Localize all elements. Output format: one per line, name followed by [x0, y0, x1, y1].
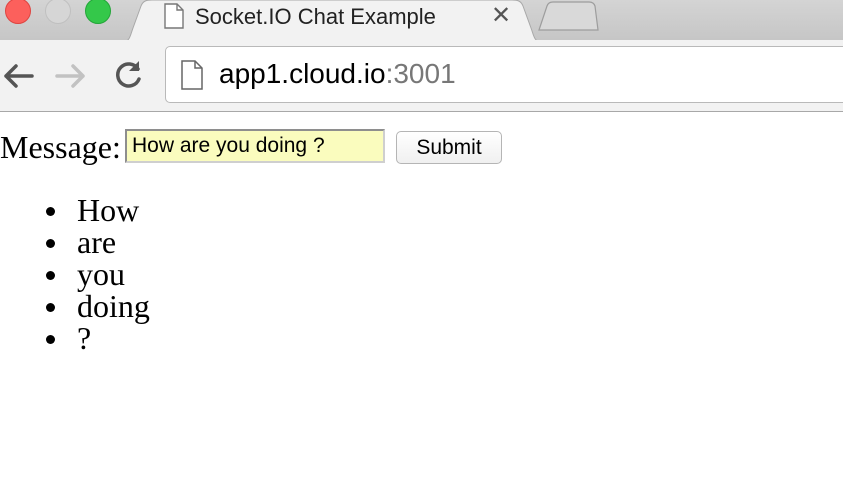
back-arrow-icon[interactable]: [0, 58, 36, 94]
forward-arrow-icon[interactable]: [53, 58, 89, 94]
reload-icon[interactable]: [110, 58, 146, 94]
close-icon[interactable]: ✕: [488, 2, 514, 30]
list-item: ?: [0, 322, 150, 354]
toolbar: app1.cloud.io:3001: [0, 40, 843, 112]
list-item: are: [0, 226, 150, 258]
url-host: app1.cloud.io: [219, 58, 386, 89]
new-tab-icon: [538, 1, 599, 31]
minimize-window-button[interactable]: [45, 0, 71, 24]
browser-window: Socket.IO Chat Example ✕ app1.cloud.io:3…: [0, 0, 843, 485]
list-item: doing: [0, 290, 150, 322]
page-icon: [164, 3, 184, 29]
zoom-window-button[interactable]: [85, 0, 111, 24]
page-content: Message: Submit How are you doing ?: [0, 112, 843, 485]
page-icon: [181, 60, 203, 90]
address-bar[interactable]: app1.cloud.io:3001: [165, 46, 843, 103]
list-item: How: [0, 194, 150, 226]
close-window-button[interactable]: [5, 0, 31, 24]
submit-button[interactable]: Submit: [396, 131, 502, 164]
new-tab-button[interactable]: [535, 0, 601, 34]
message-input[interactable]: [125, 129, 385, 163]
url-text: app1.cloud.io:3001: [219, 57, 456, 91]
tab-active[interactable]: Socket.IO Chat Example ✕: [122, 0, 542, 40]
messages-list: How are you doing ?: [0, 194, 150, 354]
url-port: :3001: [385, 58, 456, 89]
list-item: you: [0, 258, 150, 290]
message-label: Message:: [0, 129, 121, 165]
tab-strip: Socket.IO Chat Example ✕: [0, 0, 843, 40]
tab-title: Socket.IO Chat Example: [195, 4, 436, 29]
